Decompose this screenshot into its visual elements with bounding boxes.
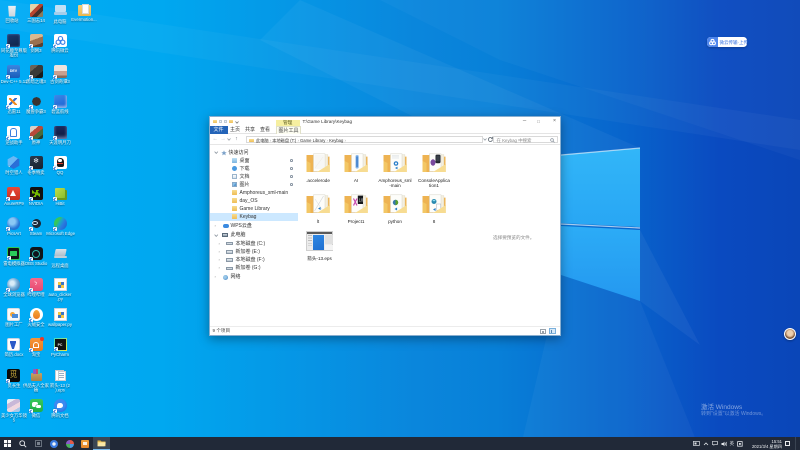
svg-text:10: 10: [359, 198, 364, 203]
